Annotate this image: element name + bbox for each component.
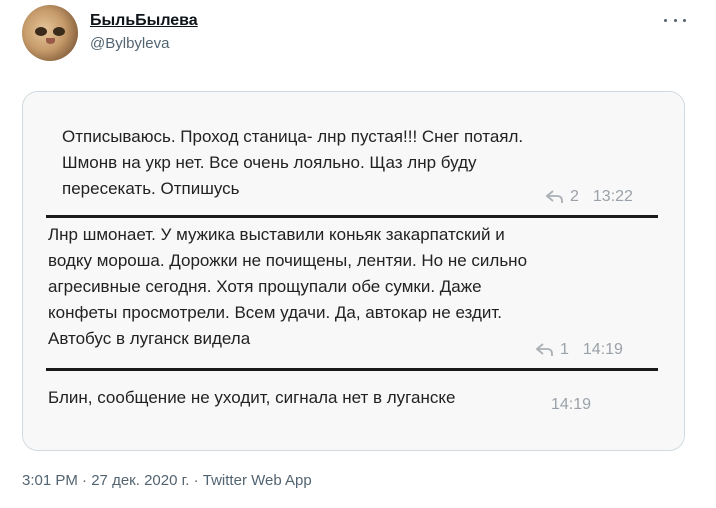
message-line: конфеты просмотрели. Всем удачи. Да, авт…	[48, 303, 503, 322]
message-line: водку мороша. Дорожки не почищены, лентя…	[48, 251, 528, 270]
message-time: 14:19	[582, 341, 623, 358]
avatar[interactable]	[22, 5, 78, 61]
reply-arrow-icon	[536, 343, 553, 356]
message-line: Лнр шмонает. У мужика выставили коньяк з…	[48, 225, 505, 244]
avatar-eye	[53, 27, 65, 36]
chat-message-1: Отписываюсь. Проход станица- лнр пустая!…	[62, 124, 523, 202]
message-time: 14:19	[551, 396, 592, 413]
meta-separator: ·	[189, 472, 203, 489]
tweet-timestamp: 3:01 PM · 27 дек. 2020 г. · Twitter Web …	[22, 472, 312, 489]
dot	[683, 18, 686, 22]
tweet-time[interactable]: 3:01 PM	[22, 472, 78, 489]
message-line: Отписываюсь. Проход станица- лнр пустая!…	[62, 127, 524, 146]
dot	[664, 18, 667, 22]
author-handle[interactable]: @Bylbyleva	[90, 35, 169, 52]
separator-line	[46, 368, 658, 371]
separator-line	[46, 215, 658, 218]
chat-screenshot: Отписываюсь. Проход станица- лнр пустая!…	[23, 92, 684, 450]
chat-message-2: Лнр шмонает. У мужика выставили коньяк з…	[48, 222, 527, 352]
message-meta-1: 2 13:22	[546, 188, 633, 206]
avatar-eye	[35, 27, 47, 36]
reply-arrow-icon	[546, 190, 563, 203]
message-line: Автобус в луганск видела	[48, 329, 251, 348]
avatar-nose	[46, 38, 55, 44]
attached-image[interactable]: Отписываюсь. Проход станица- лнр пустая!…	[22, 91, 685, 451]
message-line: агресивные сегодня. Хотя прощупали обе с…	[48, 277, 482, 296]
message-line: пересекать. Отпишусь	[62, 179, 240, 198]
message-meta-3: 14:19	[551, 396, 591, 414]
meta-separator: ·	[77, 472, 92, 489]
chat-message-3: Блин, сообщение не уходит, сигнала нет в…	[48, 385, 455, 411]
message-time: 13:22	[592, 188, 633, 205]
more-options-icon[interactable]	[664, 14, 686, 26]
tweet-source[interactable]: Twitter Web App	[203, 472, 312, 489]
message-line: Блин, сообщение не уходит, сигнала нет в…	[48, 388, 456, 407]
reply-count: 2	[570, 188, 579, 205]
dot	[673, 18, 677, 22]
tweet: БыльБылева @Bylbyleva Отписываюсь. Прохо…	[0, 0, 716, 508]
tweet-date[interactable]: 27 дек. 2020 г.	[91, 472, 189, 489]
message-line: Шмонв на укр нет. Все очень лояльно. Щаз…	[62, 153, 477, 172]
reply-count: 1	[560, 341, 569, 358]
message-meta-2: 1 14:19	[536, 341, 623, 359]
author-display-name[interactable]: БыльБылева	[90, 12, 198, 30]
